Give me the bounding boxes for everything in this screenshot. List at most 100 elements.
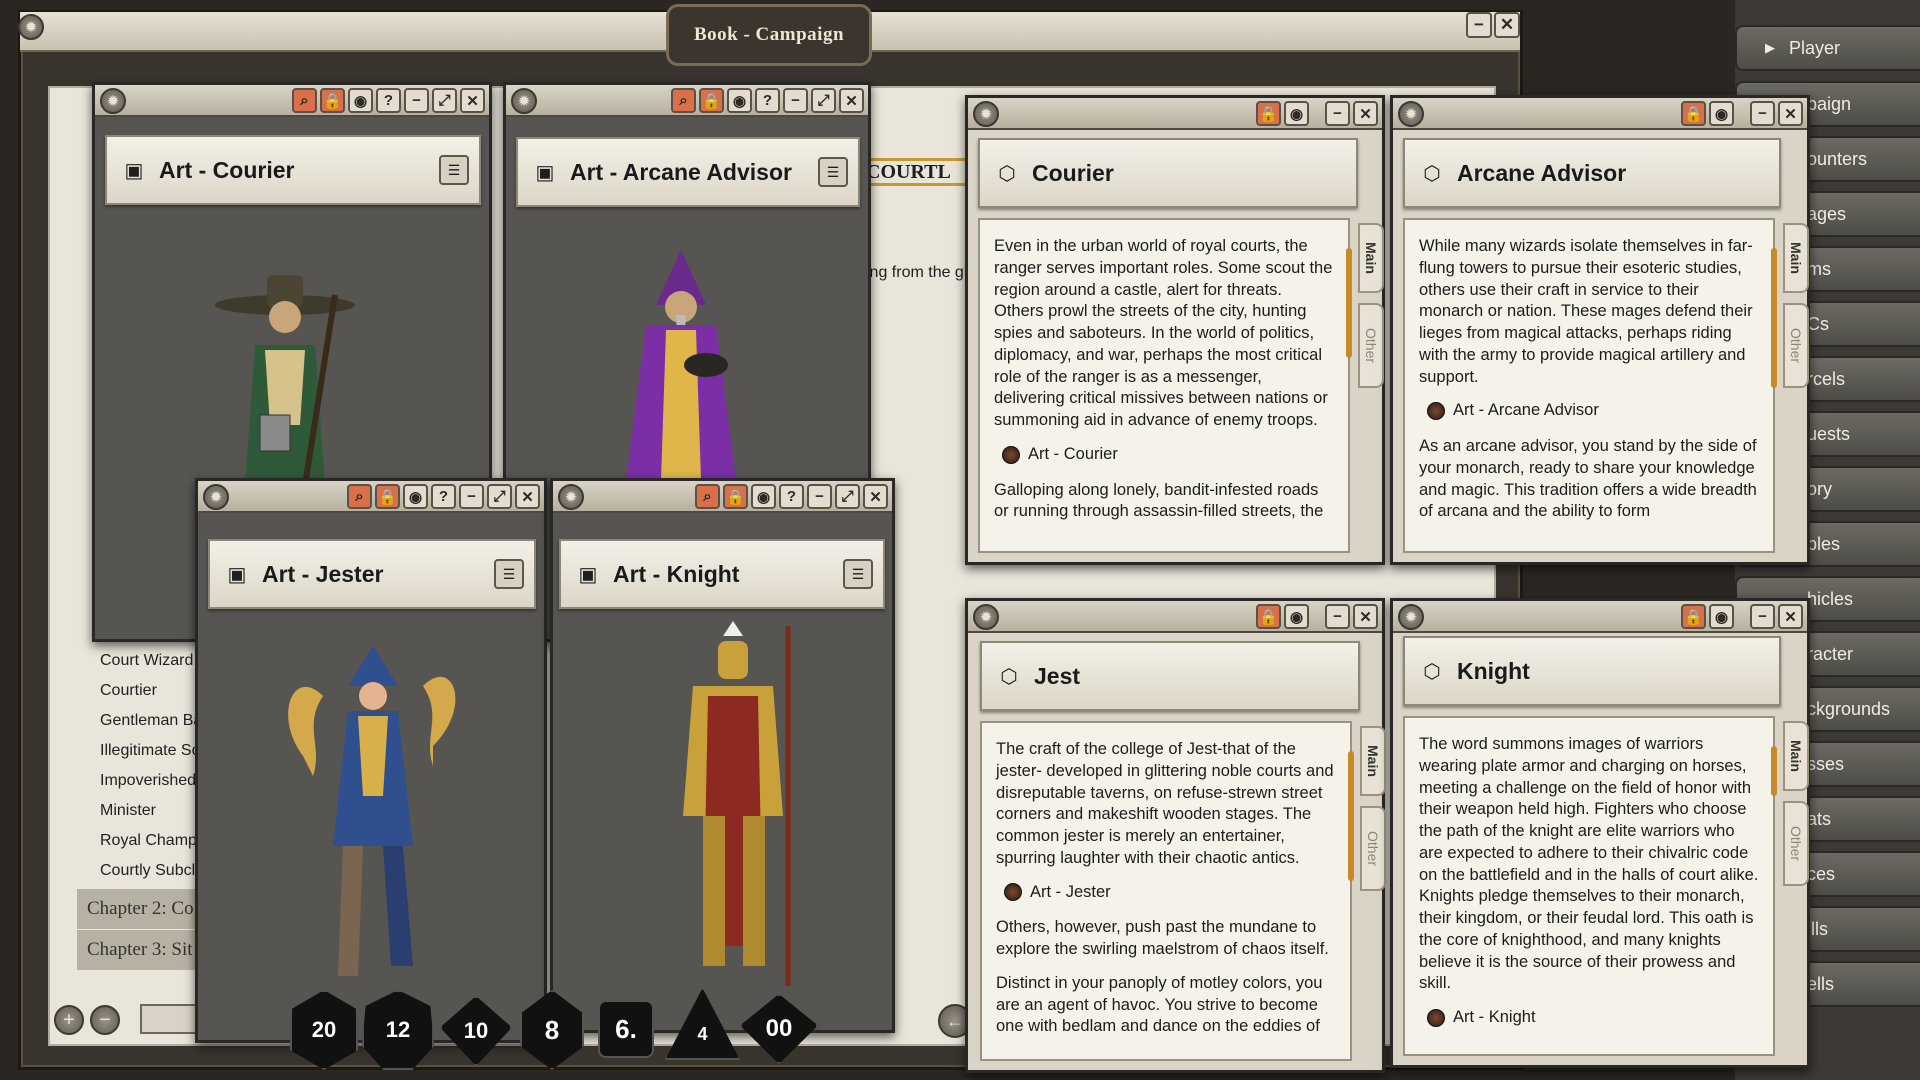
list-item[interactable]: Impoverished [100,772,196,790]
help-icon[interactable]: ? [755,88,780,113]
help-icon[interactable]: ? [431,484,456,509]
share-icon[interactable]: ◉ [1709,101,1734,126]
gear-icon[interactable]: ✹ [558,484,584,510]
list-item[interactable]: Royal Champi [100,832,200,850]
chapter-3-item[interactable]: Chapter 3: Sit [77,930,207,970]
art-knight-window[interactable]: ✹ ⌕ 🔒 ◉ ? − ⤢ ✕ ▣ Art - Knight ☰ [550,478,895,1033]
menu-icon[interactable]: ☰ [843,559,873,589]
minimize-icon[interactable]: − [1325,101,1350,126]
book-gear-icon[interactable]: ✹ [18,14,44,40]
note-jest-window[interactable]: ✹ 🔒 ◉ − ✕ ⬡ Jest The craft of the colleg… [965,598,1386,1073]
lock-icon[interactable]: 🔒 [1681,101,1706,126]
lock-icon[interactable]: 🔒 [1256,604,1281,629]
expand-icon[interactable]: ⤢ [835,484,860,509]
remove-icon[interactable]: − [90,1005,120,1035]
zoom-icon[interactable]: ⌕ [347,484,372,509]
close-icon[interactable]: ✕ [515,484,540,509]
lock-icon[interactable]: 🔒 [699,88,724,113]
share-icon[interactable]: ◉ [1709,604,1734,629]
tab-other[interactable]: Other [1358,303,1384,388]
window-titlebar[interactable]: ✹ ⌕ 🔒 ◉ ? − ⤢ ✕ [198,481,544,513]
lock-icon[interactable]: 🔒 [723,484,748,509]
help-icon[interactable]: ? [779,484,804,509]
zoom-icon[interactable]: ⌕ [671,88,696,113]
lock-icon[interactable]: 🔒 [1256,101,1281,126]
note-courier-window[interactable]: ✹ 🔒 ◉ − ✕ ⬡ Courier Even in the urban wo… [965,95,1385,565]
menu-icon[interactable]: ☰ [818,157,848,187]
zoom-icon[interactable]: ⌕ [695,484,720,509]
window-titlebar[interactable]: ✹ 🔒 ◉ − ✕ [1393,98,1807,130]
scrollbar[interactable] [1771,248,1777,388]
gear-icon[interactable]: ✹ [973,604,999,630]
tab-main[interactable]: Main [1358,223,1384,293]
list-item[interactable]: Minister [100,802,156,820]
close-icon[interactable]: ✕ [863,484,888,509]
menu-icon[interactable]: ☰ [494,559,524,589]
gear-icon[interactable]: ✹ [1398,604,1424,630]
sidebar-item-player[interactable]: ▶ Player [1735,25,1920,71]
tab-other[interactable]: Other [1783,801,1809,886]
minimize-icon[interactable]: − [1750,604,1775,629]
tab-main[interactable]: Main [1783,721,1809,791]
scrollbar[interactable] [1348,751,1354,881]
art-jester-window[interactable]: ✹ ⌕ 🔒 ◉ ? − ⤢ ✕ ▣ Art - Jester ☰ [195,478,547,1043]
share-icon[interactable]: ◉ [348,88,373,113]
list-item[interactable]: Courtier [100,682,157,700]
close-icon[interactable]: ✕ [1353,101,1378,126]
minimize-icon[interactable]: − [783,88,808,113]
lock-icon[interactable]: 🔒 [320,88,345,113]
close-icon[interactable]: ✕ [1778,604,1803,629]
tab-main[interactable]: Main [1783,223,1809,293]
minimize-icon[interactable]: − [1750,101,1775,126]
gear-icon[interactable]: ✹ [100,88,126,114]
menu-icon[interactable]: ☰ [439,155,469,185]
expand-icon[interactable]: ⤢ [487,484,512,509]
scrollbar[interactable] [1346,248,1352,358]
art-link[interactable]: Art - Jester [1004,882,1336,904]
search-field[interactable] [140,1004,200,1034]
window-titlebar[interactable]: ✹ 🔒 ◉ − ✕ [968,98,1382,130]
expand-icon[interactable]: ⤢ [811,88,836,113]
gear-icon[interactable]: ✹ [1398,101,1424,127]
close-icon[interactable]: ✕ [839,88,864,113]
minimize-icon[interactable]: − [1325,604,1350,629]
expand-icon[interactable]: ⤢ [432,88,457,113]
gear-icon[interactable]: ✹ [973,101,999,127]
zoom-icon[interactable]: ⌕ [292,88,317,113]
tab-main[interactable]: Main [1360,726,1386,796]
minimize-icon[interactable]: − [404,88,429,113]
window-titlebar[interactable]: ✹ 🔒 ◉ − ✕ [1393,601,1807,633]
lock-icon[interactable]: 🔒 [1681,604,1706,629]
list-item[interactable]: Illegitimate Sc [100,742,200,760]
minimize-icon[interactable]: − [807,484,832,509]
gear-icon[interactable]: ✹ [511,88,537,114]
list-item[interactable]: Court Wizard [100,652,193,670]
window-titlebar[interactable]: ✹ ⌕ 🔒 ◉ ? − ⤢ ✕ [95,85,489,117]
list-item[interactable]: Gentleman Ba [100,712,202,730]
art-link[interactable]: Art - Knight [1427,1007,1759,1029]
close-icon[interactable]: ✕ [460,88,485,113]
window-titlebar[interactable]: ✹ ⌕ 🔒 ◉ ? − ⤢ ✕ [553,481,892,513]
help-icon[interactable]: ? [376,88,401,113]
art-link[interactable]: Art - Courier [1002,444,1334,466]
close-icon[interactable]: ✕ [1353,604,1378,629]
list-item[interactable]: Courtly Subcla [100,862,204,880]
note-knight-window[interactable]: ✹ 🔒 ◉ − ✕ ⬡ Knight The word summons imag… [1390,598,1810,1068]
d6-die[interactable]: 6. [598,1000,654,1058]
tab-other[interactable]: Other [1360,806,1386,891]
book-minimize-button[interactable]: − [1466,12,1492,38]
chapter-2-item[interactable]: Chapter 2: Co [77,889,207,929]
art-link[interactable]: Art - Arcane Advisor [1427,400,1759,422]
share-icon[interactable]: ◉ [751,484,776,509]
book-close-button[interactable]: ✕ [1494,12,1520,38]
lock-icon[interactable]: 🔒 [375,484,400,509]
close-icon[interactable]: ✕ [1778,101,1803,126]
gear-icon[interactable]: ✹ [203,484,229,510]
window-titlebar[interactable]: ✹ ⌕ 🔒 ◉ ? − ⤢ ✕ [506,85,868,117]
note-arcane-advisor-window[interactable]: ✹ 🔒 ◉ − ✕ ⬡ Arcane Advisor While many wi… [1390,95,1810,565]
share-icon[interactable]: ◉ [403,484,428,509]
scrollbar[interactable] [1771,746,1777,796]
tab-other[interactable]: Other [1783,303,1809,388]
minimize-icon[interactable]: − [459,484,484,509]
share-icon[interactable]: ◉ [1284,101,1309,126]
